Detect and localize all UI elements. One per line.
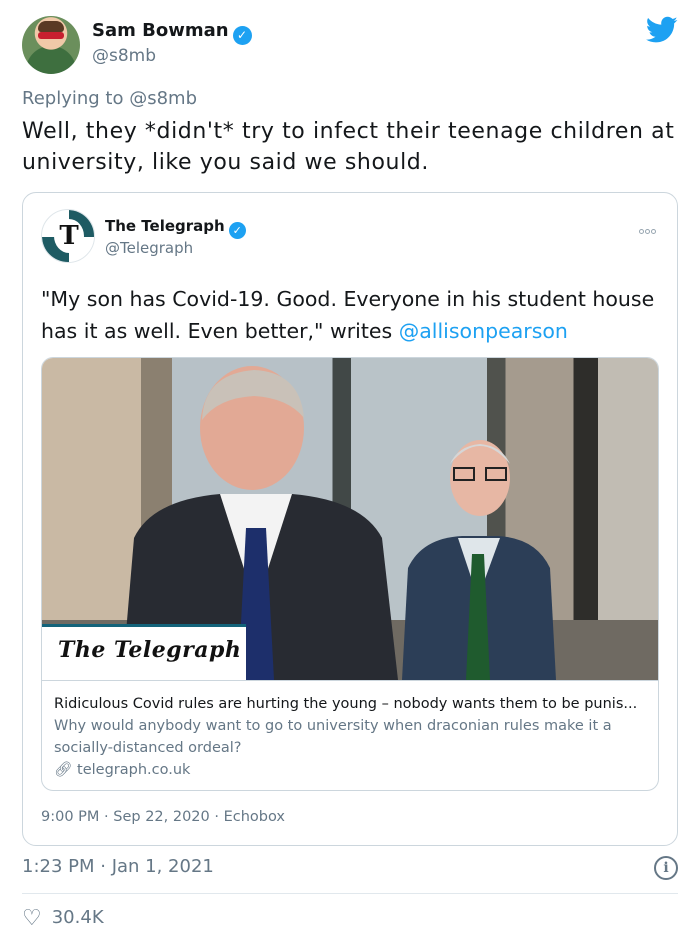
replying-to: Replying to @s8mb <box>22 88 197 109</box>
author-name-text: Sam Bowman <box>92 20 229 41</box>
tweet-timestamp[interactable]: 1:23 PM · Jan 1, 2021 <box>22 856 214 877</box>
avatar-hair <box>38 21 64 32</box>
verified-badge-icon: ✓ <box>232 26 252 45</box>
more-options-icon[interactable] <box>639 219 661 234</box>
divider <box>22 893 678 894</box>
replying-mention[interactable]: @s8mb <box>129 88 197 109</box>
card-title: Ridiculous Covid rules are hurting the y… <box>54 696 638 712</box>
verified-badge-icon: ✓ <box>228 222 246 239</box>
telegraph-logo-avatar[interactable]: T <box>41 209 95 263</box>
like-count-text: 30.4K <box>51 907 104 928</box>
tweet-text: Well, they *didn't* try to infect their … <box>22 119 675 175</box>
twitter-bird-icon <box>646 16 678 43</box>
info-icon[interactable]: i <box>654 856 678 880</box>
card-body[interactable]: Ridiculous Covid rules are hurting the y… <box>42 680 658 790</box>
quoted-text: "My son has Covid-19. Good. Everyone in … <box>41 283 661 347</box>
card-description: Why would anybody want to go to universi… <box>54 718 612 756</box>
like-count[interactable]: ♡ 30.4K <box>22 906 104 931</box>
author-name[interactable]: Sam Bowman ✓ <box>92 20 252 45</box>
replying-label: Replying to <box>22 88 124 109</box>
heart-icon[interactable]: ♡ <box>22 906 42 931</box>
banner-text: The Telegraph <box>58 637 242 663</box>
author-avatar[interactable] <box>22 16 80 74</box>
link-card[interactable]: The Telegraph Ridiculous Covid rules are… <box>41 357 659 791</box>
quoted-mention-link[interactable]: @allisonpearson <box>399 319 568 343</box>
quoted-author-name[interactable]: The Telegraph ✓ <box>105 217 246 239</box>
card-domain-text: telegraph.co.uk <box>77 762 191 778</box>
quoted-meta[interactable]: 9:00 PM · Sep 22, 2020 · Echobox <box>41 809 285 825</box>
quoted-author-handle[interactable]: @Telegraph <box>105 239 193 257</box>
logo-letter: T <box>54 219 84 253</box>
telegraph-banner: The Telegraph <box>42 624 246 680</box>
link-icon: 🔗︎ <box>54 762 73 778</box>
avatar-glasses <box>38 32 64 39</box>
author-handle[interactable]: @s8mb <box>92 46 156 66</box>
card-image: The Telegraph <box>42 358 658 680</box>
card-domain: 🔗︎ telegraph.co.uk <box>54 759 648 781</box>
quoted-tweet[interactable]: T The Telegraph ✓ @Telegraph "My son has … <box>22 192 678 846</box>
quoted-author-name-text: The Telegraph <box>105 217 225 235</box>
